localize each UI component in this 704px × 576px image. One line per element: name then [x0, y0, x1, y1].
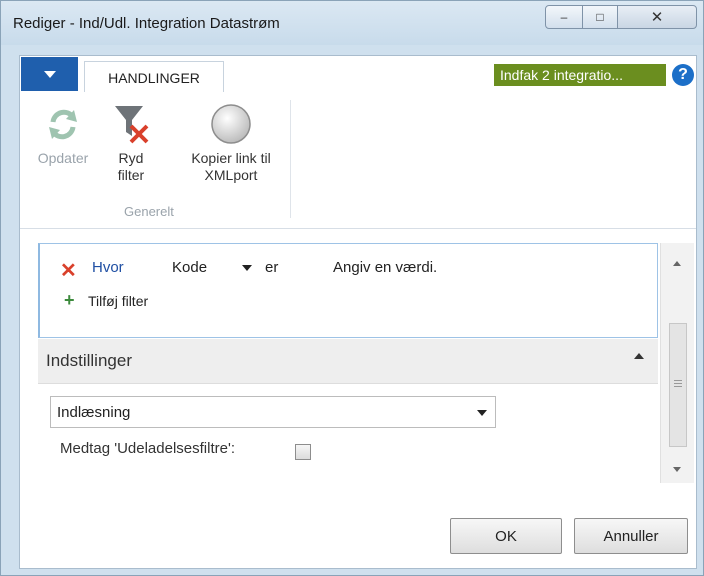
circle-icon — [209, 102, 253, 146]
company-badge[interactable]: Indfak 2 integratio... — [494, 64, 666, 86]
copy-link-button[interactable]: Kopier link til XMLport — [182, 102, 280, 184]
vertical-scrollbar[interactable] — [660, 243, 694, 483]
close-icon[interactable]: ✕ — [60, 258, 77, 283]
chevron-down-icon — [477, 410, 487, 416]
clear-filter-label: Ryd filter — [117, 150, 145, 183]
copy-link-label: Kopier link til XMLport — [191, 150, 271, 183]
direction-select-value: Indlæsning — [57, 404, 131, 421]
application-menu-button[interactable] — [21, 57, 78, 91]
grip-icon — [674, 380, 682, 381]
ribbon-separator — [290, 100, 291, 218]
chevron-down-icon[interactable] — [242, 265, 252, 271]
dialog-client: HANDLINGER Indfak 2 integratio... ? Opda… — [19, 55, 697, 569]
tab-handlinger[interactable]: HANDLINGER — [84, 61, 224, 93]
include-exclusion-filters-label: Medtag 'Udeladelsesfiltre': — [60, 440, 235, 457]
ok-button[interactable]: OK — [450, 518, 562, 554]
scroll-thumb[interactable] — [669, 323, 687, 447]
ribbon-panel: Opdater Ryd filter Kopier link til XMLpo… — [20, 92, 696, 229]
add-filter-link[interactable]: Tilføj filter — [88, 293, 148, 309]
refresh-button[interactable]: Opdater — [32, 102, 94, 167]
cancel-button[interactable]: Annuller — [574, 518, 688, 554]
filter-value-input[interactable]: Angiv en værdi. — [333, 259, 437, 276]
help-icon[interactable]: ? — [672, 64, 694, 86]
filter-panel: ✕ Hvor Kode er Angiv en værdi. + Tilføj … — [38, 243, 658, 338]
window-title: Rediger - Ind/Udl. Integration Datastrøm — [13, 15, 280, 32]
ribbon-tabs: HANDLINGER Indfak 2 integratio... ? — [20, 56, 696, 93]
title-bar: Rediger - Ind/Udl. Integration Datastrøm… — [1, 1, 703, 45]
maximize-button[interactable]: □ — [582, 5, 618, 29]
chevron-up-icon[interactable] — [634, 353, 644, 359]
clear-filter-icon — [109, 102, 153, 146]
plus-icon[interactable]: + — [64, 290, 75, 311]
dialog-window: Rediger - Ind/Udl. Integration Datastrøm… — [0, 0, 704, 576]
scroll-down-arrow-icon[interactable] — [673, 467, 681, 472]
settings-section-header[interactable]: Indstillinger — [38, 339, 658, 384]
chevron-down-icon — [43, 70, 56, 78]
direction-select[interactable]: Indlæsning — [50, 396, 496, 428]
include-exclusion-filters-checkbox[interactable] — [295, 444, 311, 460]
clear-filter-button[interactable]: Ryd filter — [108, 102, 154, 184]
filter-operator: er — [265, 259, 279, 276]
group-label-generelt: Generelt — [124, 204, 174, 219]
scroll-up-arrow-icon[interactable] — [673, 261, 681, 266]
settings-section-title: Indstillinger — [46, 351, 132, 370]
filter-field[interactable]: Kode — [172, 259, 207, 276]
refresh-icon — [41, 102, 85, 146]
close-button[interactable]: ✕ — [617, 5, 697, 29]
where-link[interactable]: Hvor — [92, 259, 124, 276]
minimize-button[interactable]: ‒ — [545, 5, 583, 29]
refresh-label: Opdater — [37, 150, 89, 166]
